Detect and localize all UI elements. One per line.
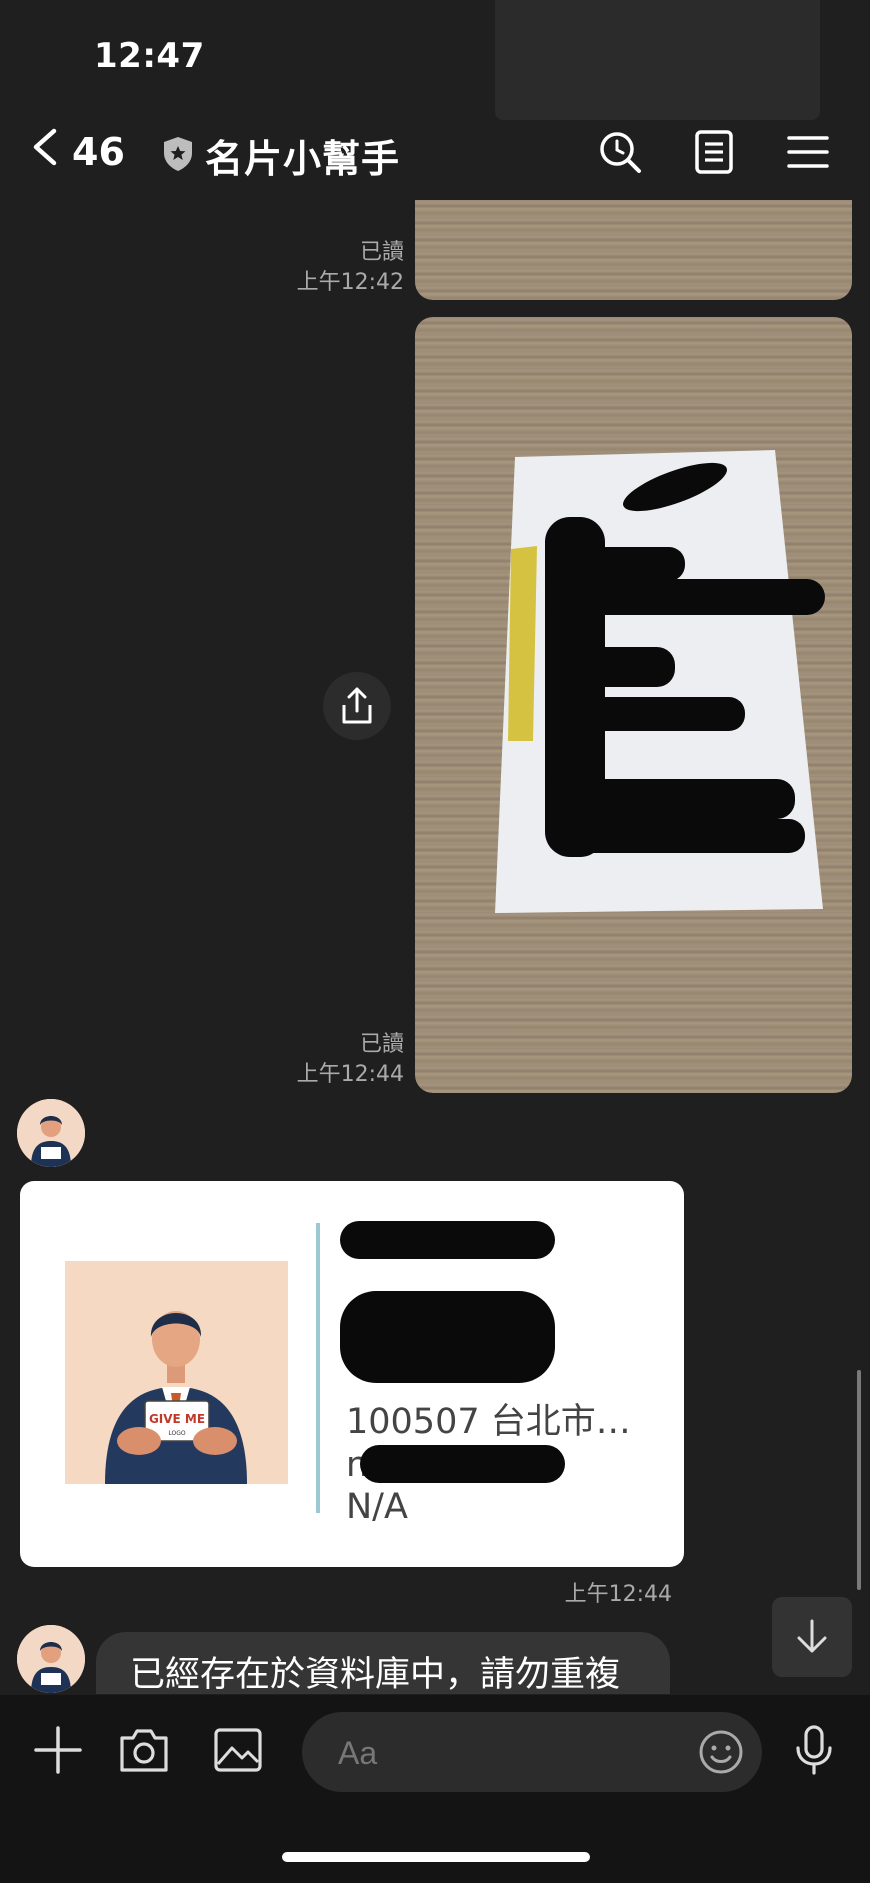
sent-image-1[interactable] [415,200,852,300]
avatar-image [17,1625,85,1693]
business-card-message[interactable]: GIVE ME LOGO 100507 台北市… no… N/A [20,1181,684,1567]
message-input-field[interactable] [302,1712,762,1792]
message-meta-2: 已讀 上午12:44 [270,1030,404,1090]
status-time: 12:47 [94,36,205,76]
scroll-to-bottom-button[interactable] [772,1597,852,1677]
bot-avatar[interactable] [17,1625,85,1693]
business-card-photo [495,450,825,913]
message-time: 上午12:44 [564,1582,672,1607]
card-logo-subtext: LOGO [168,1430,186,1437]
notes-icon[interactable] [692,130,736,174]
message-bubble[interactable]: 已經存在於資料庫中，請勿重複 [96,1632,670,1694]
share-icon [342,687,372,724]
redacted-company [340,1221,555,1259]
message-input[interactable] [336,1730,670,1776]
message-meta-1: 已讀 上午12:42 [270,238,404,298]
image-icon[interactable] [212,1724,264,1776]
message-time: 上午12:42 [296,270,404,295]
emoji-icon[interactable] [698,1729,744,1775]
card-logo-text: GIVE ME [149,1412,205,1426]
card-address: 100507 台北市… [346,1402,631,1442]
sent-image-2[interactable] [415,317,852,1093]
search-icon[interactable] [598,130,642,174]
read-status: 已讀 [359,1032,404,1057]
home-indicator [282,1852,590,1862]
card-logo-image: GIVE ME LOGO [65,1261,288,1484]
share-button[interactable] [323,672,391,740]
microphone-icon[interactable] [788,1724,840,1776]
scrollbar[interactable] [857,1370,861,1590]
message-time: 上午12:44 [296,1062,404,1087]
back-chevron-icon[interactable] [30,128,58,166]
menu-icon[interactable] [786,130,830,174]
avatar-image [17,1099,85,1167]
arrow-down-icon [797,1619,827,1653]
card-phone: N/A [346,1487,408,1527]
previous-image-top[interactable] [495,0,820,120]
shield-icon [164,137,192,171]
bot-avatar[interactable] [17,1099,85,1167]
redacted-email [360,1445,565,1483]
camera-icon[interactable] [118,1724,170,1776]
back-unread-count[interactable]: 46 [72,130,125,174]
redacted-name [340,1291,555,1383]
chat-title: 名片小幫手 [205,137,401,181]
read-status: 已讀 [359,240,404,265]
plus-icon[interactable] [32,1724,84,1776]
card-divider [316,1223,320,1513]
